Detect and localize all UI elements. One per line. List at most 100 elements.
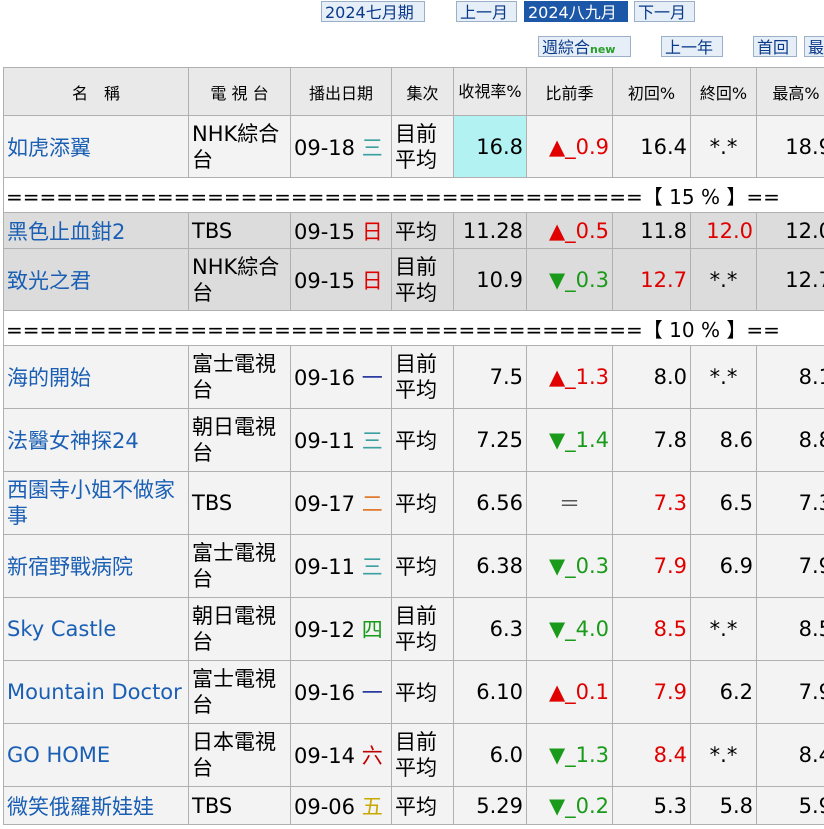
station: TBS (188, 786, 291, 825)
drama-name[interactable]: 如虎添翼 (3, 115, 189, 178)
air-date: 09-16 一 (290, 660, 392, 724)
date: 09-15 (294, 268, 356, 293)
current-period-link[interactable]: 2024八九月 (524, 1, 628, 22)
table-row: 海的開始 富士電視台 09-16 一 目前平均 7.5 ▲_1.3 8.0 *.… (3, 345, 824, 409)
header-last[interactable]: 終回% (690, 67, 757, 116)
max-rating: 12.0 (756, 212, 824, 249)
episode: 目前平均 (391, 248, 454, 311)
station: 朝日電視台 (188, 408, 291, 472)
prev-year-link[interactable]: 上一年 (661, 36, 723, 57)
next-month-link[interactable]: 下一月 (634, 1, 695, 22)
rating: 6.3 (453, 597, 527, 661)
drama-name[interactable]: 致光之君 (3, 248, 189, 311)
episode: 平均 (391, 212, 454, 249)
episode: 平均 (391, 660, 454, 724)
table-row: GO HOME 日本電視台 09-14 六 目前平均 6.0 ▼_1.3 8.4… (3, 723, 824, 787)
drama-name[interactable]: 微笑俄羅斯娃娃 (3, 786, 189, 825)
episode: 平均 (391, 471, 454, 535)
rating: 16.8 (453, 115, 527, 178)
episode: 目前平均 (391, 597, 454, 661)
last-rating: *.* (690, 248, 757, 311)
drama-name[interactable]: 新宿野戰病院 (3, 534, 189, 598)
date: 09-06 (294, 794, 356, 819)
first-rating: 7.9 (612, 534, 691, 598)
separator-label: ======================================【 … (3, 310, 824, 346)
rating: 6.38 (453, 534, 527, 598)
air-date: 09-12 四 (290, 597, 392, 661)
last-rating: 12.0 (690, 212, 757, 249)
prev-month-link[interactable]: 上一月 (456, 1, 517, 22)
date: 09-16 (294, 366, 356, 390)
change: ▼_1.3 (526, 723, 613, 787)
month-2024-july-link[interactable]: 2024七月期 (321, 1, 425, 22)
latest-link[interactable]: 最 (804, 36, 824, 57)
episode: 目前平均 (391, 345, 454, 409)
last-rating: *.* (690, 597, 757, 661)
rating: 5.29 (453, 786, 527, 825)
station: 朝日電視台 (188, 597, 291, 661)
date: 09-11 (294, 555, 356, 579)
weekday: 二 (361, 492, 383, 516)
last-rating: *.* (690, 345, 757, 409)
first-rating: 5.3 (612, 786, 691, 825)
max-rating: 5.9 (756, 786, 824, 825)
weekday: 一 (361, 366, 383, 390)
station: 富士電視台 (188, 534, 291, 598)
new-badge: new (590, 43, 616, 56)
air-date: 09-18 三 (290, 115, 392, 178)
drama-name[interactable]: 法醫女神探24 (3, 408, 189, 472)
air-date: 09-17 二 (290, 471, 392, 535)
last-rating: 8.6 (690, 408, 757, 472)
weekday: 日 (361, 219, 383, 244)
home-link[interactable]: 首回 (753, 36, 797, 57)
drama-name[interactable]: Mountain Doctor (3, 660, 189, 724)
weekly-summary-link[interactable]: 週綜合new (538, 36, 631, 57)
weekday: 三 (361, 555, 383, 579)
air-date: 09-11 三 (290, 534, 392, 598)
first-rating: 8.4 (612, 723, 691, 787)
change: ▲_0.5 (526, 212, 613, 249)
drama-name[interactable]: Sky Castle (3, 597, 189, 661)
drama-name[interactable]: GO HOME (3, 723, 189, 787)
change: ▼_1.4 (526, 408, 613, 472)
first-rating: 11.8 (612, 212, 691, 249)
change: ▼_0.3 (526, 248, 613, 311)
drama-name[interactable]: 海的開始 (3, 345, 189, 409)
drama-name[interactable]: 西園寺小姐不做家事 (3, 471, 189, 535)
first-rating: 16.4 (612, 115, 691, 178)
change: ▲_1.3 (526, 345, 613, 409)
header-change[interactable]: 比前季 (526, 67, 613, 116)
rating: 11.28 (453, 212, 527, 249)
header-first[interactable]: 初回% (612, 67, 691, 116)
drama-name[interactable]: 黑色止血鉗2 (3, 212, 189, 249)
weekday: 三 (361, 135, 383, 160)
station: NHK綜合台 (188, 115, 291, 178)
max-rating: 7.9 (756, 534, 824, 598)
air-date: 09-16 一 (290, 345, 392, 409)
table-row: 法醫女神探24 朝日電視台 09-11 三 平均 7.25 ▼_1.4 7.8 … (3, 408, 824, 472)
station: TBS (188, 212, 291, 249)
date: 09-12 (294, 618, 356, 642)
max-rating: 8.4 (756, 723, 824, 787)
header-max[interactable]: 最高% (756, 67, 824, 116)
station: 日本電視台 (188, 723, 291, 787)
first-rating: 7.9 (612, 660, 691, 724)
max-rating: 18.9 (756, 115, 824, 178)
change: ▲_0.9 (526, 115, 613, 178)
weekday: 四 (361, 618, 383, 642)
header-rating[interactable]: 收視率% (453, 67, 527, 116)
station: NHK綜合台 (188, 248, 291, 311)
change: ▼_0.3 (526, 534, 613, 598)
change: ▼_4.0 (526, 597, 613, 661)
date: 09-16 (294, 681, 356, 705)
weekday: 五 (361, 794, 383, 819)
episode: 平均 (391, 786, 454, 825)
episode: 平均 (391, 408, 454, 472)
ratings-table: 名 稱 電 視 台 播出日期 集次 收視率% 比前季 初回% 終回% 最高% 如… (3, 67, 824, 825)
first-rating: 7.8 (612, 408, 691, 472)
max-rating: 8.1 (756, 345, 824, 409)
weekday: 三 (361, 429, 383, 453)
first-rating: 8.5 (612, 597, 691, 661)
date: 09-17 (294, 492, 356, 516)
last-rating: 6.9 (690, 534, 757, 598)
